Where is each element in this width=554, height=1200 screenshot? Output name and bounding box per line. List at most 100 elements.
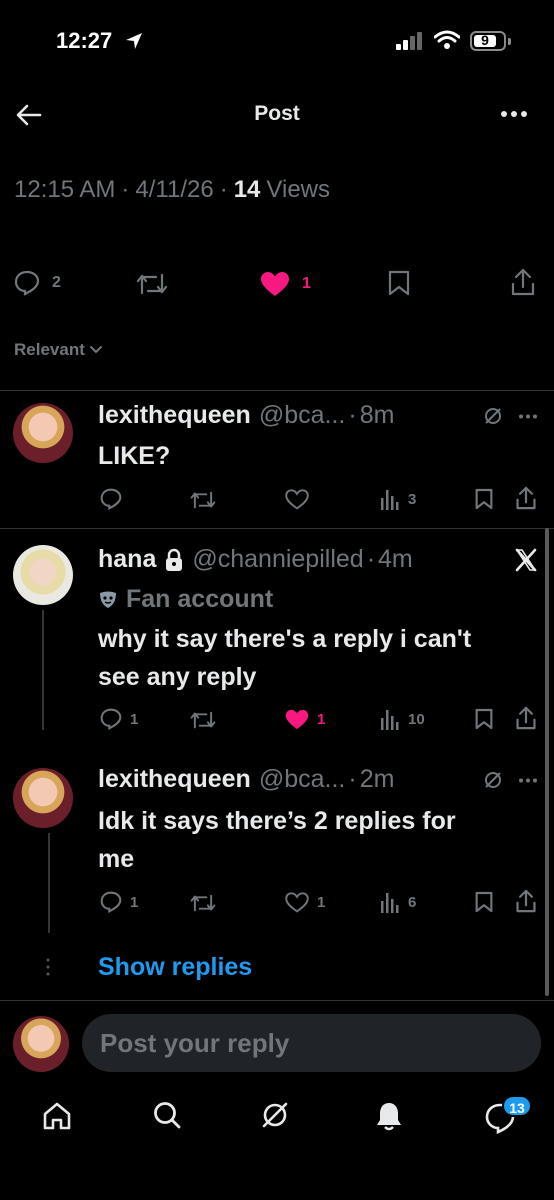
user-handle[interactable]: @bca... xyxy=(259,401,346,430)
sort-dropdown[interactable]: Relevant xyxy=(14,340,102,360)
home-icon[interactable] xyxy=(42,1101,72,1131)
reply-text: LIKE? xyxy=(98,442,171,470)
repost-icon[interactable] xyxy=(190,892,216,914)
views-count: 14 xyxy=(233,176,261,203)
status-time: 12:27 xyxy=(56,28,113,53)
reply-action[interactable]: 2 xyxy=(14,270,61,296)
page-title: Post xyxy=(254,102,300,125)
battery-tip xyxy=(508,38,511,45)
heart-icon xyxy=(285,892,309,913)
divider xyxy=(0,390,554,391)
grok-icon[interactable] xyxy=(483,406,503,426)
reply-time: 2m xyxy=(359,765,395,793)
views-icon xyxy=(381,710,399,730)
scrollbar[interactable] xyxy=(545,528,549,996)
more-options-icon[interactable] xyxy=(500,110,528,118)
cellular-signal-icon xyxy=(396,32,424,50)
views-action[interactable]: 3 xyxy=(380,488,416,510)
separator: · xyxy=(348,401,357,429)
fan-account-text: Fan account xyxy=(126,585,274,613)
reply-icon xyxy=(100,708,122,730)
reply-icon xyxy=(100,891,122,913)
user-name[interactable]: lexithequeen xyxy=(98,401,251,430)
share-icon[interactable] xyxy=(515,889,537,913)
search-icon[interactable] xyxy=(152,1100,182,1130)
separator: · xyxy=(366,545,376,573)
battery-indicator: 9 xyxy=(470,31,506,51)
x-logo-icon xyxy=(514,548,538,572)
reply-count: 2 xyxy=(52,274,61,291)
user-name[interactable]: lexithequeen xyxy=(98,765,251,794)
heart-filled-icon xyxy=(261,272,289,296)
reply-icon xyxy=(14,270,40,296)
repost-icon[interactable] xyxy=(190,489,216,511)
views-action[interactable]: 10 xyxy=(380,708,425,730)
post-time: 12:15 AM xyxy=(14,176,116,203)
separator: · xyxy=(348,765,357,793)
post-date: 4/11/26 xyxy=(135,176,214,203)
repost-icon[interactable] xyxy=(136,271,168,297)
reply-text-line1: Idk it says there’s 2 replies for xyxy=(98,807,456,835)
bookmark-icon[interactable] xyxy=(475,488,493,510)
like-count: 1 xyxy=(302,275,311,292)
share-icon[interactable] xyxy=(515,706,537,730)
show-replies-link[interactable]: Show replies xyxy=(98,953,252,982)
grok-icon[interactable] xyxy=(260,1100,290,1130)
reply-input[interactable]: Post your reply xyxy=(82,1014,541,1072)
like-action[interactable]: 1 xyxy=(260,271,311,297)
divider xyxy=(0,1000,554,1001)
views-action[interactable]: 6 xyxy=(380,891,416,913)
views-count: 10 xyxy=(408,710,425,728)
bookmark-icon[interactable] xyxy=(475,708,493,730)
reply-text-line2: me xyxy=(98,845,135,873)
avatar[interactable] xyxy=(13,403,73,463)
grok-icon[interactable] xyxy=(483,770,503,790)
mask-icon xyxy=(100,591,116,608)
user-handle[interactable]: @bca... xyxy=(259,765,346,794)
heart-icon[interactable] xyxy=(285,489,309,510)
user-handle[interactable]: @channiepilled xyxy=(192,545,363,574)
reply-text-line2: see any reply xyxy=(98,663,257,691)
share-icon[interactable] xyxy=(510,268,536,296)
avatar[interactable] xyxy=(13,768,73,828)
notifications-bell-icon[interactable] xyxy=(374,1100,404,1132)
reply-placeholder: Post your reply xyxy=(100,1028,290,1058)
reply-header: lexithequeen @bca... · 8m xyxy=(98,401,394,430)
share-icon[interactable] xyxy=(515,486,537,510)
thread-dots xyxy=(46,958,50,976)
thread-line xyxy=(42,610,44,730)
bookmark-icon[interactable] xyxy=(388,270,410,296)
reply-action[interactable]: 1 xyxy=(100,891,138,913)
user-name[interactable]: hana xyxy=(98,545,156,574)
like-action[interactable]: 1 xyxy=(285,709,325,730)
reply-icon[interactable] xyxy=(100,488,122,510)
avatar xyxy=(13,1016,69,1072)
meta-separator: · xyxy=(121,176,130,203)
views-icon xyxy=(381,490,399,510)
fan-account-label: Fan account xyxy=(98,585,273,614)
heart-filled-icon xyxy=(285,709,309,730)
lock-icon xyxy=(166,548,183,571)
reply-time: 4m xyxy=(378,545,413,573)
reply-count: 1 xyxy=(130,893,139,911)
like-count: 1 xyxy=(317,894,326,911)
bookmark-icon[interactable] xyxy=(475,891,493,913)
more-options-icon[interactable] xyxy=(518,414,538,419)
chevron-down-icon xyxy=(89,346,102,354)
more-options-icon[interactable] xyxy=(518,778,538,783)
battery-level: 9 xyxy=(481,32,489,48)
reply-time: 8m xyxy=(359,401,395,429)
avatar[interactable] xyxy=(13,545,73,605)
repost-icon[interactable] xyxy=(190,709,216,731)
views-count: 6 xyxy=(408,893,417,911)
views-count: 3 xyxy=(408,490,417,508)
wifi-icon xyxy=(434,30,460,50)
thread-line xyxy=(48,833,50,933)
like-count: 1 xyxy=(317,711,326,728)
views-label: Views xyxy=(266,176,330,203)
post-metadata: 12:15 AM · 4/11/26 · 14 Views xyxy=(14,176,330,204)
sort-label: Relevant xyxy=(14,340,85,359)
like-action[interactable]: 1 xyxy=(285,892,325,913)
reply-action[interactable]: 1 xyxy=(100,708,138,730)
views-icon xyxy=(381,893,399,913)
